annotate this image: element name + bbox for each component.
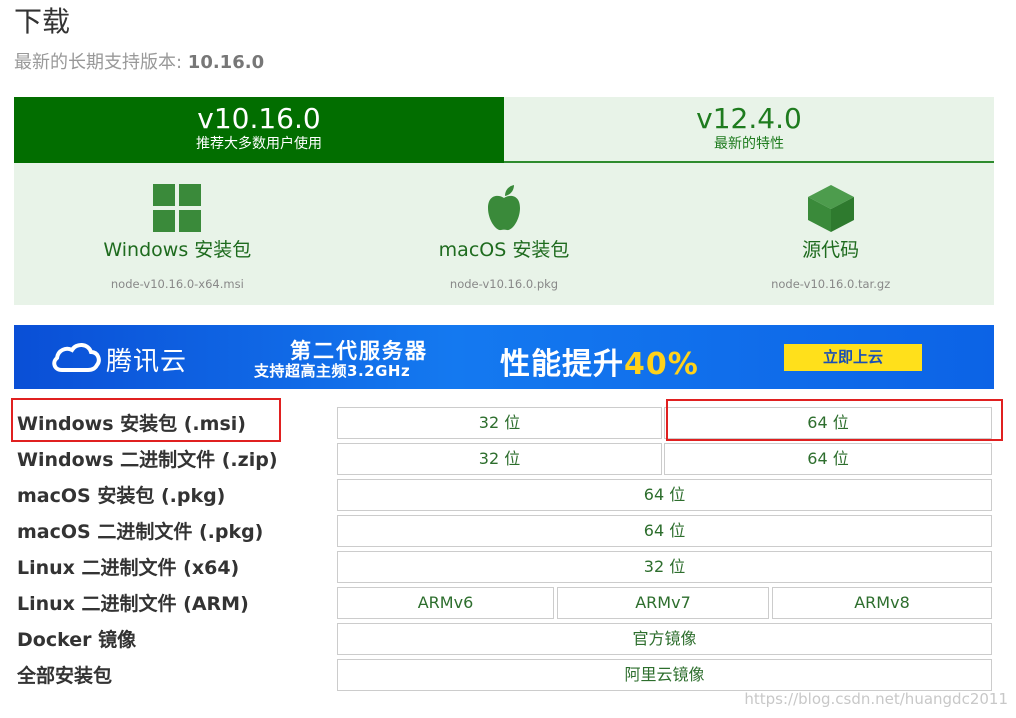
page-title: 下载: [14, 5, 71, 38]
macos-installer-filename: node-v10.16.0.pkg: [449, 277, 559, 291]
source-code-box-icon: [807, 185, 854, 232]
table-row: macOS 安装包 (.pkg) 64 位: [0, 477, 1016, 513]
windows-icon: [153, 184, 202, 232]
source-code-label: 源代码: [802, 239, 860, 261]
banner-perf-percent: 40%: [624, 347, 699, 382]
table-row: Docker 镜像 官方镜像: [0, 621, 1016, 657]
linux-x64-link[interactable]: 32 位: [337, 551, 992, 583]
banner-perf-text: 性能提升: [500, 347, 624, 382]
docker-official-link[interactable]: 官方镜像: [337, 623, 992, 655]
tab-lts[interactable]: v10.16.0 推荐大多数用户使用: [14, 97, 504, 163]
banner-performance: 性能提升40%: [500, 339, 699, 383]
banner-cta-button[interactable]: 立即上云: [784, 344, 922, 371]
row-label: Linux 二进制文件 (x64): [17, 557, 240, 579]
windows-installer-filename: node-v10.16.0-x64.msi: [110, 277, 244, 291]
tab-current[interactable]: v12.4.0 最新的特性: [504, 97, 994, 163]
cloud-logo-icon: [52, 343, 101, 372]
source-code-filename: node-v10.16.0.tar.gz: [771, 277, 891, 291]
row-label: 全部安装包: [17, 665, 113, 687]
aliyun-mirror-link[interactable]: 阿里云镜像: [337, 659, 992, 691]
tab-current-description: 最新的特性: [714, 136, 784, 152]
win-msi-64-link[interactable]: 64 位: [664, 407, 992, 439]
macos-pkg-64-link[interactable]: 64 位: [337, 479, 992, 511]
installer-cards: Windows 安装包 node-v10.16.0-x64.msi macOS …: [14, 163, 994, 305]
win-zip-64-link[interactable]: 64 位: [664, 443, 992, 475]
lts-prefix: 最新的长期支持版本:: [14, 52, 188, 73]
macos-binary-64-link[interactable]: 64 位: [337, 515, 992, 547]
linux-armv8-link[interactable]: ARMv8: [772, 587, 992, 619]
win-msi-32-link[interactable]: 32 位: [337, 407, 662, 439]
win-zip-32-link[interactable]: 32 位: [337, 443, 662, 475]
linux-armv7-link[interactable]: ARMv7: [557, 587, 769, 619]
table-row: macOS 二进制文件 (.pkg) 64 位: [0, 513, 1016, 549]
table-row: Windows 二进制文件 (.zip) 32 位 64 位: [0, 441, 1016, 477]
tab-lts-description: 推荐大多数用户使用: [196, 136, 322, 152]
tab-current-version: v12.4.0: [696, 102, 802, 135]
apple-icon: [488, 185, 520, 231]
banner-brand: 腾讯云: [106, 347, 188, 377]
windows-installer-label: Windows 安装包: [103, 239, 252, 261]
row-label: macOS 二进制文件 (.pkg): [17, 521, 264, 543]
source-code-card[interactable]: 源代码 node-v10.16.0.tar.gz: [667, 163, 994, 305]
tab-lts-version: v10.16.0: [197, 102, 321, 135]
tencent-cloud-ad-banner[interactable]: 腾讯云 第二代服务器 支持超高主频3.2GHz 性能提升40% 立即上云: [14, 325, 994, 389]
row-label: Linux 二进制文件 (ARM): [17, 593, 249, 615]
table-row: Windows 安装包 (.msi) 32 位 64 位: [0, 405, 1016, 441]
macos-installer-card[interactable]: macOS 安装包 node-v10.16.0.pkg: [341, 163, 668, 305]
banner-subline: 支持超高主频3.2GHz: [254, 362, 411, 380]
linux-armv6-link[interactable]: ARMv6: [337, 587, 554, 619]
row-label: Windows 二进制文件 (.zip): [17, 449, 278, 471]
row-label: Docker 镜像: [17, 629, 137, 651]
row-label: macOS 安装包 (.pkg): [17, 485, 226, 507]
version-tabs: v10.16.0 推荐大多数用户使用 v12.4.0 最新的特性: [14, 97, 994, 163]
table-row: Linux 二进制文件 (x64) 32 位: [0, 549, 1016, 585]
windows-installer-card[interactable]: Windows 安装包 node-v10.16.0-x64.msi: [14, 163, 341, 305]
watermark-text: https://blog.csdn.net/huangdc2011: [744, 690, 1008, 708]
lts-version: 10.16.0: [187, 52, 265, 73]
table-row: 全部安装包 阿里云镜像: [0, 657, 1016, 693]
row-label: Windows 安装包 (.msi): [17, 413, 246, 435]
lts-version-line: 最新的长期支持版本: 10.16.0: [14, 50, 264, 76]
macos-installer-label: macOS 安装包: [438, 239, 570, 261]
table-row: Linux 二进制文件 (ARM) ARMv6 ARMv7 ARMv8: [0, 585, 1016, 621]
